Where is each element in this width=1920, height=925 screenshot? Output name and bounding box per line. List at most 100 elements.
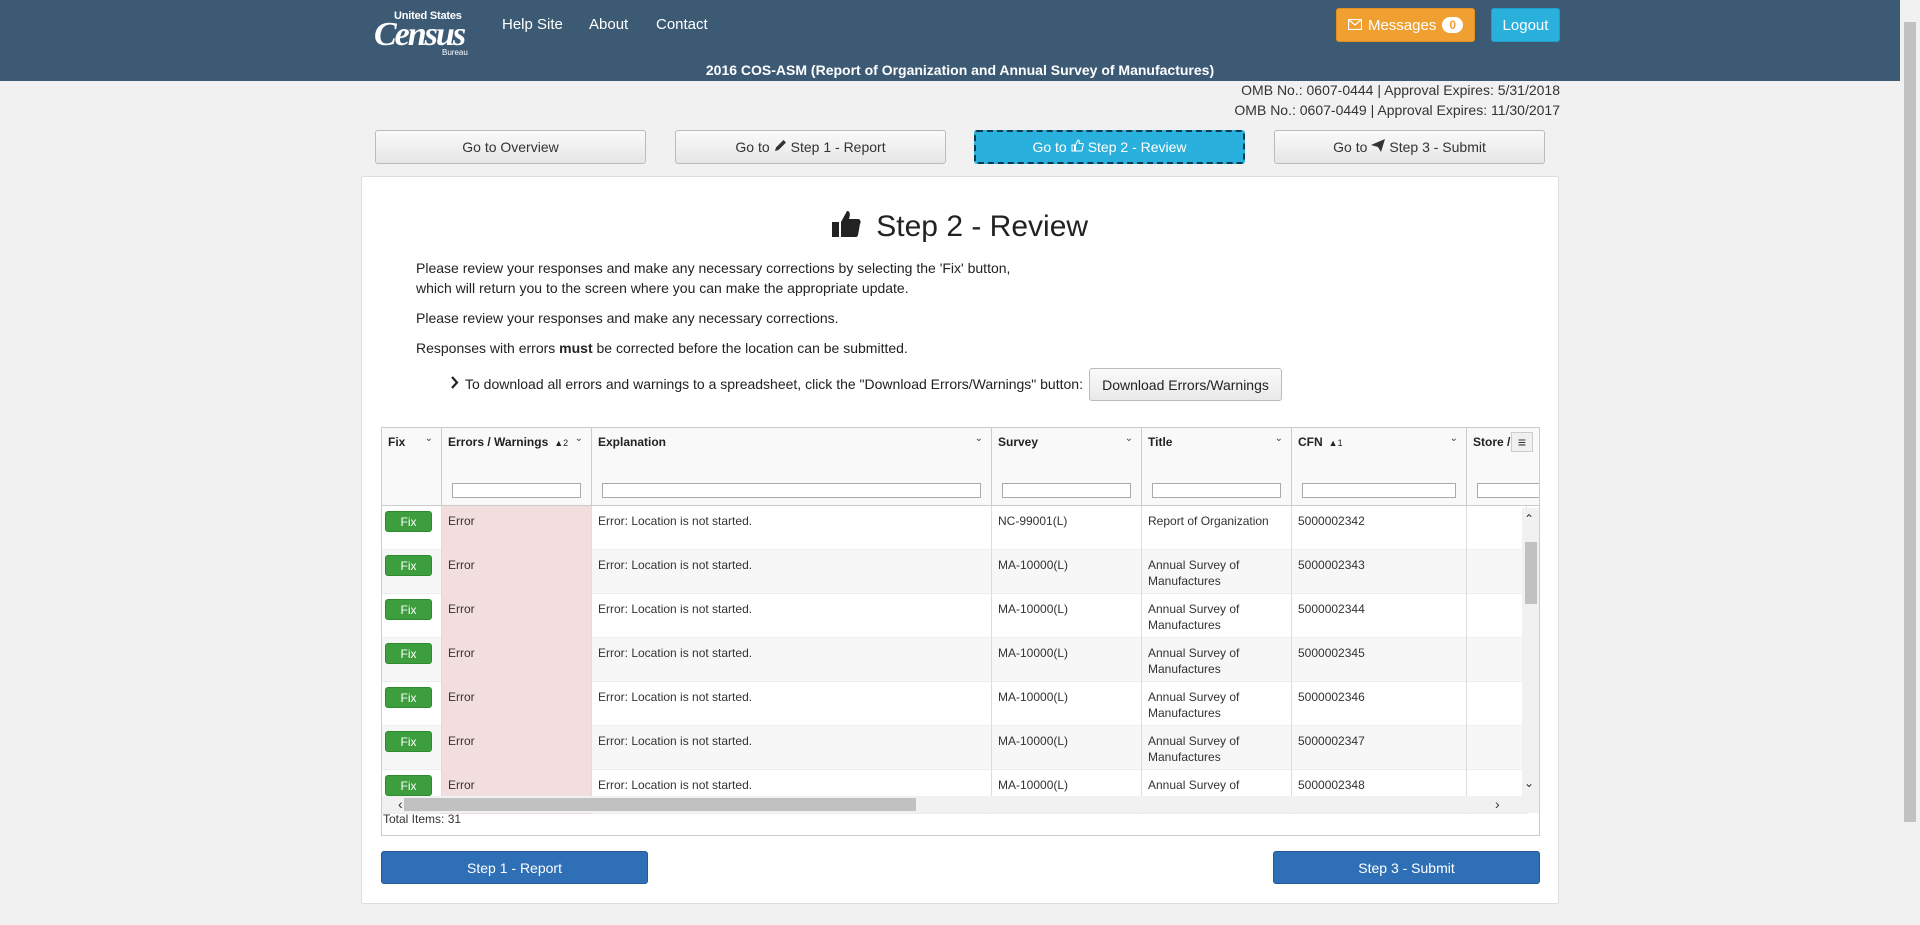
survey-title: 2016 COS-ASM (Report of Organization and… (705, 62, 1215, 78)
col-fix[interactable]: Fix ⌄ (382, 428, 442, 506)
cell-fix: Fix (382, 726, 442, 770)
cell-cfn: 5000002343 (1292, 550, 1467, 594)
cell-status: Error (442, 638, 592, 682)
table-row: Fix Error Error: Location is not started. M… (382, 638, 1527, 682)
cell-explanation: Error: Location is not started. (592, 638, 992, 682)
explanation-filter-input[interactable] (602, 483, 981, 498)
go-to-step1-button[interactable]: Go to Step 1 - Report (675, 130, 946, 164)
step3-submit-button[interactable]: Step 3 - Submit (1273, 851, 1540, 884)
grid-hscroll-thumb[interactable] (404, 798, 916, 811)
cell-store (1467, 550, 1527, 594)
title-filter-input[interactable] (1152, 483, 1281, 498)
cell-explanation: Error: Location is not started. (592, 682, 992, 726)
cell-store (1467, 506, 1527, 550)
survey-filter-input[interactable] (1002, 483, 1131, 498)
cell-survey: MA-10000(L) (992, 726, 1142, 770)
cell-explanation: Error: Location is not started. (592, 726, 992, 770)
cell-status: Error (442, 594, 592, 638)
cell-status: Error (442, 682, 592, 726)
cell-title: Annual Survey of Manufactures (1142, 638, 1292, 682)
col-errors-warnings[interactable]: Errors / Warnings ▲2 ⌄ (442, 428, 592, 506)
cell-explanation: Error: Location is not started. (592, 594, 992, 638)
cell-fix: Fix (382, 550, 442, 594)
table-row: Fix Error Error: Location is not started. M… (382, 682, 1527, 726)
fix-button[interactable]: Fix (385, 511, 432, 532)
chevron-down-icon[interactable]: ⌄ (1524, 776, 1534, 790)
chevron-down-icon[interactable]: ⌄ (975, 433, 983, 444)
sort-asc-icon: ▲1 (1328, 438, 1343, 448)
chevron-up-icon[interactable]: ⌃ (1524, 512, 1534, 526)
go-to-step3-button[interactable]: Go to Step 3 - Submit (1274, 130, 1545, 164)
table-row: Fix Error Error: Location is not started. M… (382, 726, 1527, 770)
step3-prefix: Go to (1333, 139, 1368, 155)
page-scrollbar[interactable] (1900, 0, 1920, 925)
go-to-step2-button[interactable]: Go to Step 2 - Review (974, 130, 1245, 164)
table-row: Fix Error Error: Location is not started. M… (382, 550, 1527, 594)
chevron-down-icon[interactable]: ⌄ (1450, 433, 1458, 444)
col-survey[interactable]: Survey ⌄ (992, 428, 1142, 506)
chevron-right-icon (450, 376, 459, 392)
step1-report-button[interactable]: Step 1 - Report (381, 851, 648, 884)
table-row: Fix Error Error: Location is not started. M… (382, 594, 1527, 638)
chevron-down-icon[interactable]: ⌄ (425, 433, 433, 444)
chevron-down-icon[interactable]: ⌄ (1275, 433, 1283, 444)
grid-vertical-scrollbar[interactable]: ⌃ ⌄ (1522, 508, 1539, 796)
col-survey-label: Survey (998, 435, 1039, 449)
fix-button[interactable]: Fix (385, 643, 432, 664)
chevron-left-icon[interactable]: ‹ (398, 796, 403, 812)
cell-status: Error (442, 550, 592, 594)
step2-prefix: Go to (1032, 139, 1067, 155)
grid-vscroll-thumb[interactable] (1525, 542, 1537, 604)
download-instruction: To download all errors and warnings to a… (450, 376, 1083, 392)
cell-cfn: 5000002347 (1292, 726, 1467, 770)
errors-text-before: Responses with errors (416, 340, 560, 356)
cell-cfn: 5000002344 (1292, 594, 1467, 638)
errors-text-bold: must (559, 340, 593, 356)
col-title[interactable]: Title ⌄ (1142, 428, 1292, 506)
intro-text-line2: which will return you to the screen wher… (416, 280, 909, 296)
cell-title: Annual Survey of Manufactures (1142, 726, 1292, 770)
download-errors-warnings-button[interactable]: Download Errors/Warnings (1089, 368, 1282, 401)
cell-status: Error (442, 506, 592, 550)
fix-button[interactable]: Fix (385, 555, 432, 576)
chevron-right-icon[interactable]: › (1495, 796, 1500, 812)
cell-store (1467, 638, 1527, 682)
cell-explanation: Error: Location is not started. (592, 550, 992, 594)
chevron-down-icon[interactable]: ⌄ (575, 433, 583, 444)
cell-survey: MA-10000(L) (992, 550, 1142, 594)
nav-help-site[interactable]: Help Site (502, 16, 563, 33)
col-cfn[interactable]: CFN ▲1 ⌄ (1292, 428, 1467, 506)
nav-about[interactable]: About (589, 16, 628, 33)
thumbs-up-outline-icon (1071, 139, 1084, 155)
cell-store (1467, 594, 1527, 638)
store-filter-input[interactable] (1477, 483, 1539, 498)
census-logo[interactable]: United States Census Bureau (374, 8, 474, 57)
logo-line3: Bureau (442, 48, 468, 57)
grid-horizontal-scrollbar[interactable]: ‹ › (382, 796, 1539, 813)
step1-label: Step 1 - Report (790, 139, 886, 155)
intro-text-line1: Please review your responses and make an… (416, 260, 1011, 276)
fix-button[interactable]: Fix (385, 775, 432, 796)
fix-button[interactable]: Fix (385, 731, 432, 752)
step1-prefix: Go to (735, 139, 770, 155)
step2-label: Step 2 - Review (1087, 139, 1187, 155)
col-title-label: Title (1148, 435, 1173, 449)
table-row: Fix Error Error: Location is not started. N… (382, 506, 1527, 550)
grid-menu-icon[interactable]: ≡ (1511, 432, 1533, 452)
fix-button[interactable]: Fix (385, 599, 432, 620)
messages-button[interactable]: Messages 0 (1336, 8, 1475, 42)
col-explanation[interactable]: Explanation ⌄ (592, 428, 992, 506)
cell-cfn: 5000002342 (1292, 506, 1467, 550)
messages-label: Messages (1367, 16, 1437, 34)
col-cfn-label: CFN ▲1 (1298, 435, 1343, 449)
cfn-filter-input[interactable] (1302, 483, 1456, 498)
go-to-overview-button[interactable]: Go to Overview (375, 130, 646, 164)
fix-button[interactable]: Fix (385, 687, 432, 708)
nav-contact[interactable]: Contact (656, 16, 708, 33)
cell-store (1467, 726, 1527, 770)
errors-filter-input[interactable] (452, 483, 581, 498)
chevron-down-icon[interactable]: ⌄ (1125, 433, 1133, 444)
pencil-icon (774, 139, 787, 155)
page-scrollbar-thumb[interactable] (1904, 22, 1916, 822)
logout-button[interactable]: Logout (1491, 8, 1560, 42)
